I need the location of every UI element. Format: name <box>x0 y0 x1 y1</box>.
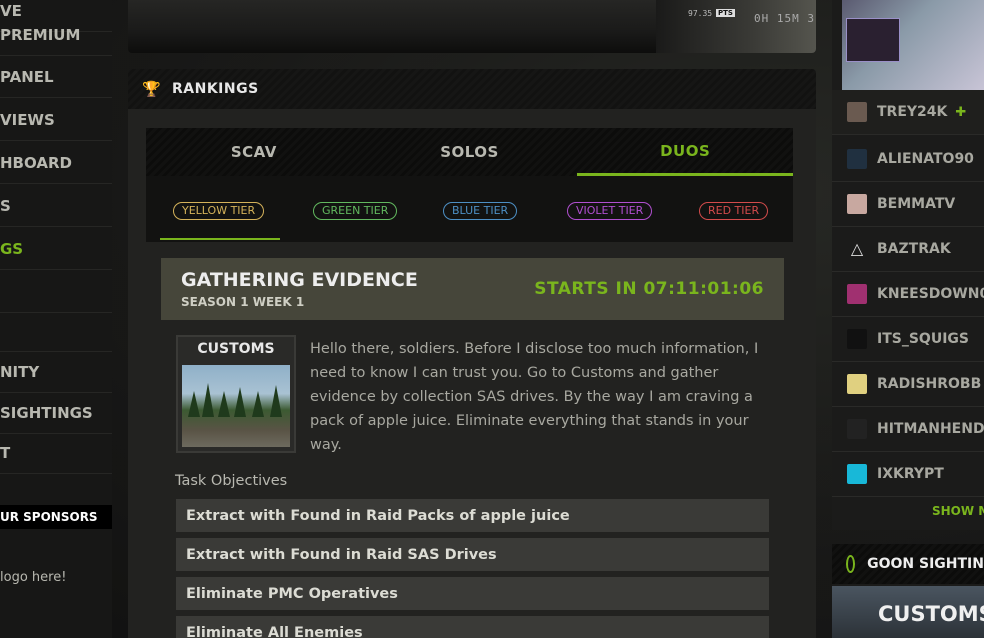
streamer-name: ALIENATO90 <box>877 151 974 167</box>
active-tier-indicator <box>160 238 280 240</box>
mode-tabs: SCAV SOLOS DUOS <box>146 128 794 176</box>
trophy-icon: 🏆 <box>142 80 161 98</box>
sidebar-item-sightings[interactable]: SIGHTINGS <box>0 392 112 434</box>
streamer-row[interactable]: ALIENATO90 <box>832 137 984 182</box>
sidebar-item-label: GS <box>0 239 24 258</box>
tier-violet[interactable]: VIOLET TIER <box>567 202 653 220</box>
sidebar-item-blank-2[interactable] <box>0 310 112 352</box>
sidebar-item-label: SIGHTINGS <box>0 403 93 422</box>
streamer-row[interactable]: BEMMATV <box>832 182 984 227</box>
webcam-overlay <box>846 18 900 62</box>
objective-item: Extract with Found in Raid SAS Drives <box>176 538 769 571</box>
rankings-panel: 🏆 RANKINGS SCAV SOLOS DUOS YELLOW TIER G… <box>128 69 816 638</box>
map-label: CUSTOMS <box>197 341 275 357</box>
streamer-name: BEMMATV <box>877 196 956 212</box>
streamer-name: IXKRYPT <box>877 466 944 482</box>
avatar <box>847 194 867 214</box>
live-stream-thumbnail[interactable] <box>842 0 984 90</box>
avatar <box>847 149 867 169</box>
goon-map-card[interactable]: CUSTOMS <box>832 586 984 638</box>
task-description: Hello there, soldiers. Before I disclose… <box>310 341 759 453</box>
tab-duos[interactable]: DUOS <box>577 128 794 176</box>
streamer-name: KNEESDOWN08 <box>877 286 984 302</box>
sidebar-item-s[interactable]: S <box>0 185 112 227</box>
points-badge: PTS <box>716 9 735 17</box>
points-readout: 97.35 <box>688 9 713 18</box>
tier-yellow[interactable]: YELLOW TIER <box>173 202 265 220</box>
objective-item: Eliminate PMC Operatives <box>176 577 769 610</box>
tier-blue[interactable]: BLUE TIER <box>443 202 518 220</box>
objectives-label: Task Objectives <box>175 473 288 489</box>
radar-icon <box>846 555 856 573</box>
sidebar-item-label: VIEWS <box>0 110 55 129</box>
sidebar-item-t[interactable]: T <box>0 432 112 474</box>
tab-scav[interactable]: SCAV <box>146 128 362 176</box>
sidebar-item-leaderboard[interactable]: HBOARD <box>0 142 112 184</box>
avatar <box>847 102 867 122</box>
sidebar-item-label: PREMIUM <box>0 25 81 44</box>
sidebar-item-premium[interactable]: PREMIUM <box>0 14 112 56</box>
goon-sightings-header: GOON SIGHTIN <box>832 544 984 584</box>
tier-tabs: YELLOW TIER GREEN TIER BLUE TIER VIOLET … <box>146 176 793 242</box>
task-season: SEASON 1 WEEK 1 <box>181 295 305 309</box>
task-countdown: STARTS IN 07:11:01:06 <box>534 279 764 299</box>
video-timer: 0H 15M 3 <box>754 12 815 25</box>
streamers-panel: TREY24K ✚ ALIENATO90 BEMMATV △ BAZTRAK K… <box>832 0 984 530</box>
tier-green[interactable]: GREEN TIER <box>313 202 398 220</box>
avatar <box>847 374 867 394</box>
triangle-icon: △ <box>850 239 864 258</box>
sidebar-item-rankings[interactable]: GS <box>0 228 112 270</box>
tab-solos[interactable]: SOLOS <box>362 128 578 176</box>
sponsors-heading: UR SPONSORS <box>0 505 112 529</box>
sidebar-item-views[interactable]: VIEWS <box>0 99 112 141</box>
shield-plus-icon: ✚ <box>955 104 967 120</box>
task-title: GATHERING EVIDENCE <box>181 269 418 291</box>
streamer-name: RADISHROBB <box>877 376 982 392</box>
streamer-row[interactable]: ITS_SQUIGS <box>832 317 984 362</box>
sidebar-item-label: NITY <box>0 362 40 381</box>
streamer-row[interactable]: KNEESDOWN08 <box>832 272 984 317</box>
streamer-row[interactable]: HITMANHENDRI <box>832 407 984 452</box>
rankings-header: 🏆 RANKINGS <box>128 69 816 109</box>
sponsor-logo-placeholder[interactable]: logo here! <box>0 570 66 585</box>
video-player[interactable]: 97.35 PTS 0H 15M 3 <box>128 0 816 53</box>
avatar <box>847 284 867 304</box>
streamer-row[interactable]: IXKRYPT <box>832 452 984 497</box>
streamer-row[interactable]: RADISHROBB <box>832 362 984 407</box>
sidebar-item-label: HBOARD <box>0 153 72 172</box>
goon-sightings-title: GOON SIGHTIN <box>867 556 984 572</box>
video-frame <box>656 0 816 53</box>
objective-item: Extract with Found in Raid Packs of appl… <box>176 499 769 532</box>
objective-item: Eliminate All Enemies <box>176 616 769 638</box>
avatar <box>847 464 867 484</box>
map-image <box>182 365 290 447</box>
avatar <box>847 419 867 439</box>
map-thumbnail: CUSTOMS <box>176 335 296 453</box>
streamer-name: TREY24K <box>877 104 948 120</box>
tier-red[interactable]: RED TIER <box>699 202 769 220</box>
goon-map-label: CUSTOMS <box>878 602 984 626</box>
sidebar-item-label: T <box>0 443 11 462</box>
sidebar-item-label: S <box>0 196 11 215</box>
streamer-row[interactable]: △ BAZTRAK <box>832 227 984 272</box>
streamer-row[interactable]: TREY24K ✚ <box>832 90 984 135</box>
rankings-title: RANKINGS <box>172 81 259 97</box>
left-sidebar: VE PREMIUM PANEL VIEWS HBOARD S GS NITY … <box>0 0 112 638</box>
show-more-link[interactable]: SHOW M <box>932 504 984 518</box>
sidebar-item-blank-1[interactable] <box>0 271 112 313</box>
avatar <box>847 329 867 349</box>
streamer-name: ITS_SQUIGS <box>877 331 969 347</box>
streamer-name: HITMANHENDRI <box>877 421 984 437</box>
sidebar-item-panel[interactable]: PANEL <box>0 56 112 98</box>
goon-sightings-panel: GOON SIGHTIN CUSTOMS <box>832 544 984 638</box>
sidebar-item-community[interactable]: NITY <box>0 351 112 393</box>
sidebar-item-label: PANEL <box>0 67 54 86</box>
streamer-name: BAZTRAK <box>877 241 951 257</box>
task-header: GATHERING EVIDENCE SEASON 1 WEEK 1 START… <box>161 258 784 320</box>
